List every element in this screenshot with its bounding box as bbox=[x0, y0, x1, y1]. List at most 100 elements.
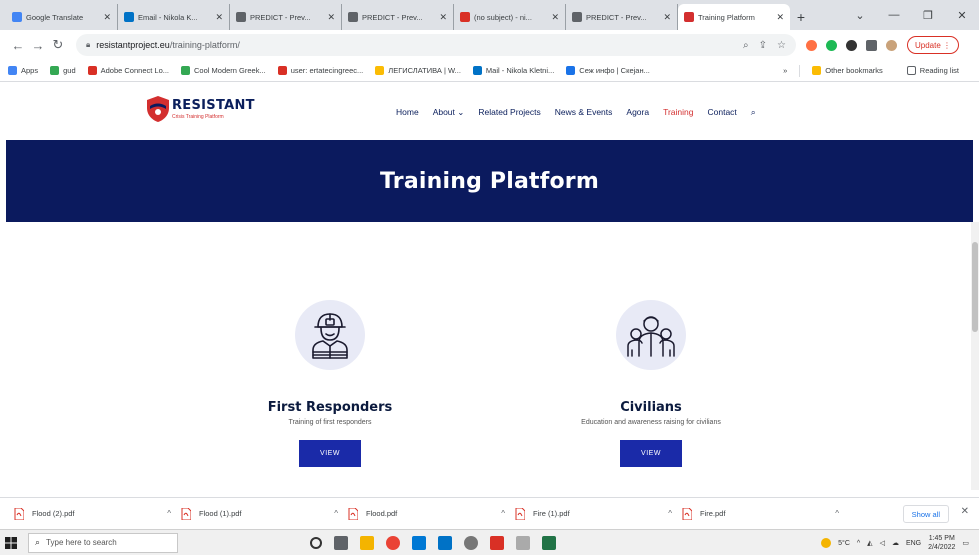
document-icon[interactable] bbox=[516, 535, 530, 550]
restore-icon[interactable]: ❐ bbox=[911, 9, 945, 22]
other-bookmarks[interactable]: Other bookmarks bbox=[812, 66, 883, 75]
bookmark-item[interactable]: gud bbox=[50, 66, 76, 75]
people-group-icon bbox=[627, 316, 675, 357]
bookmark-item[interactable]: user: ertatecingreec... bbox=[277, 66, 363, 75]
extension-icon[interactable] bbox=[806, 39, 817, 51]
settings-gear-icon[interactable] bbox=[464, 535, 478, 550]
bookmark-item[interactable]: Сеж инфо | Скејан... bbox=[566, 66, 650, 75]
reload-icon[interactable]: ↻ bbox=[48, 37, 68, 53]
bookmark-item[interactable]: Mail - Nikola Kletni... bbox=[472, 66, 554, 75]
language-indicator[interactable]: ENG bbox=[906, 540, 921, 547]
star-icon[interactable]: ☆ bbox=[777, 40, 786, 51]
browser-tab[interactable]: (no subject) - ni... ✕ bbox=[454, 4, 566, 30]
tab-strip: Google Translate ✕ Email - Nikola K... ✕ PRE… bbox=[0, 0, 979, 30]
forward-icon[interactable]: → bbox=[28, 38, 48, 53]
chevron-down-icon[interactable]: ⌄ bbox=[843, 9, 877, 22]
close-icon[interactable]: ✕ bbox=[439, 12, 447, 23]
bookmark-icon bbox=[472, 66, 482, 75]
bookmark-item[interactable]: ЛЕГИСЛАТИВА | W... bbox=[375, 66, 461, 75]
page-scrollbar[interactable] bbox=[971, 222, 979, 490]
share-icon[interactable]: ⇪ bbox=[759, 40, 767, 51]
weather-icon[interactable] bbox=[821, 538, 832, 548]
close-icon[interactable]: ✕ bbox=[551, 12, 559, 23]
nav-item-related-projects[interactable]: Related Projects bbox=[478, 107, 540, 118]
chrome-icon[interactable] bbox=[386, 535, 400, 550]
pdf-reader-icon[interactable] bbox=[490, 535, 504, 550]
download-item[interactable]: Flood (2).pdf ^ bbox=[14, 507, 181, 520]
chevron-up-icon[interactable]: ^ bbox=[334, 509, 338, 518]
browser-tab[interactable]: Training Platform ✕ bbox=[678, 4, 790, 30]
chevron-up-icon[interactable]: ^ bbox=[501, 509, 505, 518]
nav-item-agora[interactable]: Agora bbox=[626, 107, 649, 118]
extensions bbox=[806, 39, 897, 51]
close-icon[interactable]: ✕ bbox=[961, 506, 969, 517]
address-bar[interactable]: 🔒︎ resistantproject.eu /training-platfor… bbox=[76, 34, 796, 56]
chevron-right-icon[interactable]: » bbox=[783, 66, 787, 75]
card-civilians: Civilians Education and awareness raisin… bbox=[541, 300, 761, 467]
onedrive-icon[interactable]: ☁ bbox=[892, 539, 899, 547]
browser-tab[interactable]: PREDICT - Prev... ✕ bbox=[566, 4, 678, 30]
browser-tab[interactable]: PREDICT - Prev... ✕ bbox=[342, 4, 454, 30]
lock-icon[interactable]: 🔒︎ bbox=[86, 40, 90, 50]
back-icon[interactable]: ← bbox=[8, 38, 28, 53]
close-icon[interactable]: ✕ bbox=[776, 12, 784, 23]
close-icon[interactable]: ✕ bbox=[945, 9, 979, 22]
reading-list[interactable]: Reading list bbox=[906, 66, 959, 75]
show-all-button[interactable]: Show all bbox=[902, 505, 949, 523]
nav-item-contact[interactable]: Contact bbox=[708, 107, 737, 118]
puzzle-icon[interactable] bbox=[866, 39, 877, 51]
clock-date: 2/4/2022 bbox=[928, 544, 956, 551]
outlook-icon[interactable] bbox=[438, 535, 452, 550]
search-icon[interactable]: ⌕ bbox=[751, 107, 756, 118]
nav-item-home[interactable]: Home bbox=[396, 107, 419, 118]
tab-label: PREDICT - Prev... bbox=[362, 12, 423, 22]
view-civilians-button[interactable]: VIEW bbox=[620, 440, 682, 467]
system-tray: 5°C ^ ◭ ◁ ☁ ENG 1:45 PM 2/4/2022 ▭ bbox=[821, 530, 969, 555]
chevron-up-icon[interactable]: ^ bbox=[857, 540, 860, 547]
bookmark-item[interactable]: Apps bbox=[8, 66, 38, 75]
new-tab-button[interactable]: + bbox=[790, 4, 812, 30]
teams-icon[interactable] bbox=[412, 535, 426, 550]
chevron-up-icon[interactable]: ^ bbox=[167, 509, 171, 518]
download-item[interactable]: Flood (1).pdf ^ bbox=[181, 507, 348, 520]
chevron-up-icon[interactable]: ^ bbox=[668, 509, 672, 518]
zoom-icon[interactable]: ⌕ bbox=[743, 40, 749, 51]
close-icon[interactable]: ✕ bbox=[103, 12, 111, 23]
volume-icon[interactable]: ◁ bbox=[880, 539, 885, 547]
nav-item-news-events[interactable]: News & Events bbox=[555, 107, 613, 118]
scrollbar-thumb[interactable] bbox=[972, 242, 978, 332]
clock[interactable]: 1:45 PM 2/4/2022 bbox=[928, 534, 955, 552]
chevron-up-icon[interactable]: ^ bbox=[835, 509, 839, 518]
extension-icon[interactable] bbox=[826, 39, 837, 51]
bookmark-item[interactable]: Adobe Connect Lo... bbox=[87, 66, 169, 75]
browser-tab[interactable]: Google Translate ✕ bbox=[6, 4, 118, 30]
camera-extension-icon[interactable] bbox=[846, 39, 857, 51]
update-button[interactable]: Update ⋮ bbox=[907, 36, 960, 54]
task-view-icon[interactable] bbox=[334, 535, 348, 550]
notification-icon[interactable]: ▭ bbox=[962, 539, 969, 547]
file-explorer-icon[interactable] bbox=[360, 535, 374, 550]
tab-label: Email - Nikola K... bbox=[138, 12, 198, 22]
browser-tab[interactable]: Email - Nikola K... ✕ bbox=[118, 4, 230, 30]
nav-item-about[interactable]: About ⌄ bbox=[433, 107, 465, 118]
browser-tab[interactable]: PREDICT - Prev... ✕ bbox=[230, 4, 342, 30]
cortana-icon[interactable] bbox=[310, 536, 322, 549]
excel-icon[interactable] bbox=[542, 535, 556, 550]
bookmark-item[interactable]: Cool Modern Greek... bbox=[181, 66, 266, 75]
close-icon[interactable]: ✕ bbox=[215, 12, 223, 23]
close-icon[interactable]: ✕ bbox=[327, 12, 335, 23]
network-icon[interactable]: ◭ bbox=[867, 539, 872, 547]
minimize-icon[interactable]: — bbox=[877, 9, 911, 21]
avatar[interactable] bbox=[886, 39, 897, 51]
close-icon[interactable]: ✕ bbox=[663, 12, 671, 23]
site-logo[interactable]: RESISTANT Crisis Training Platform bbox=[146, 95, 255, 123]
start-button[interactable] bbox=[0, 530, 22, 555]
pdf-file-icon bbox=[682, 507, 692, 520]
favicon-icon bbox=[460, 12, 470, 22]
view-first-responders-button[interactable]: VIEW bbox=[299, 440, 361, 467]
download-item[interactable]: Fire (1).pdf ^ bbox=[515, 507, 682, 520]
nav-item-training[interactable]: Training bbox=[663, 107, 693, 118]
download-item[interactable]: Fire.pdf ^ bbox=[682, 507, 849, 520]
taskbar-search-input[interactable]: ⌕ Type here to search bbox=[28, 532, 178, 553]
download-item[interactable]: Flood.pdf ^ bbox=[348, 507, 515, 520]
